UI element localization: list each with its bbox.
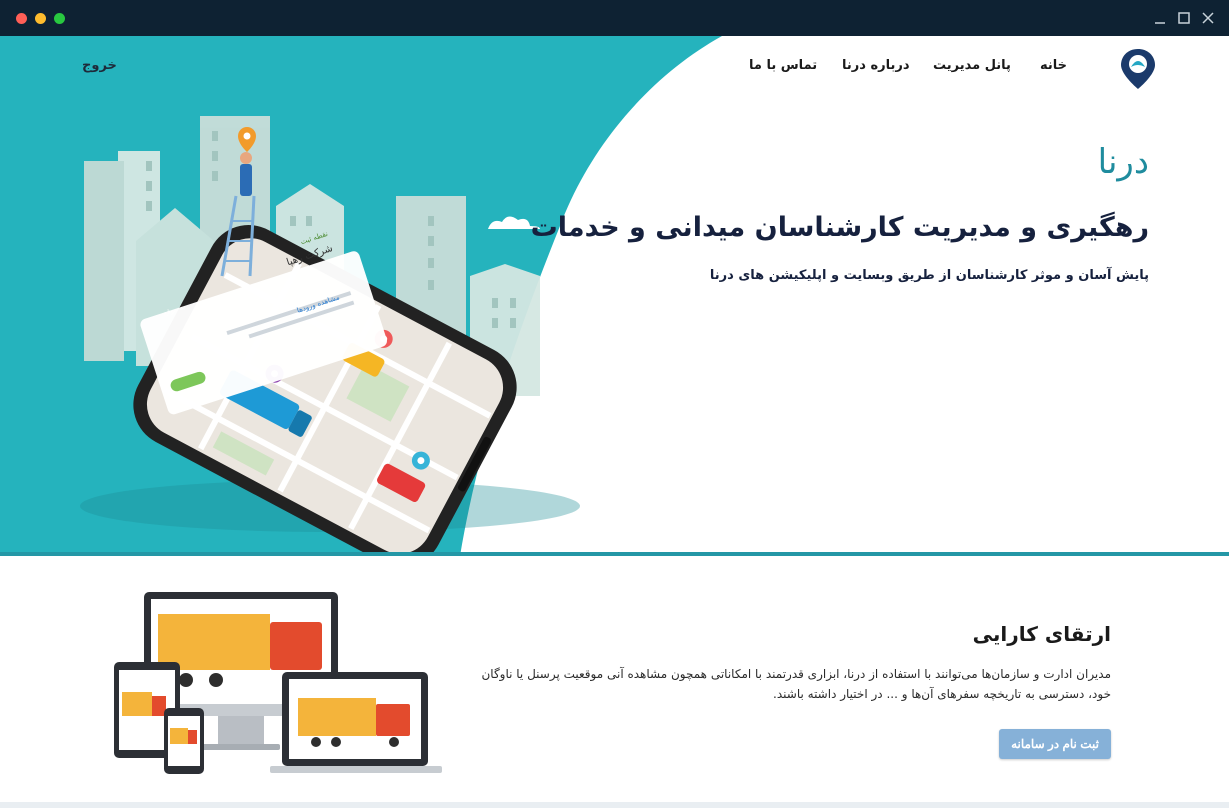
section-description: مدیران ادارت و سازمان‌ها می‌توانند با اس…: [481, 667, 1111, 701]
devices-illustration: [114, 592, 442, 774]
hero-subheading: پایش آسان و موثر کارشناسان از طریق وبسای…: [709, 268, 1149, 283]
hero-section: نقطه ثبت شرکت رهپا به موقع مشاهده ورودها: [0, 36, 1229, 556]
zoom-traffic-light[interactable]: [54, 13, 65, 24]
minimize-icon[interactable]: [1152, 10, 1168, 26]
maximize-icon[interactable]: [1176, 10, 1192, 26]
brand-title: درنا: [1097, 142, 1149, 182]
title-bar: [0, 0, 1229, 36]
footer-strip: [0, 802, 1229, 808]
hero-divider: [0, 552, 1229, 556]
nav-home[interactable]: خانه: [1040, 58, 1067, 78]
durna-logo-icon[interactable]: [1119, 47, 1157, 91]
nav-contact[interactable]: تماس با ما: [749, 58, 817, 78]
section-title: ارتقای کارایی: [972, 622, 1111, 646]
minimize-traffic-light[interactable]: [35, 13, 46, 24]
close-traffic-light[interactable]: [16, 13, 27, 24]
nav-logout[interactable]: خروج: [82, 58, 117, 78]
register-button[interactable]: ثبت نام در سامانه: [999, 729, 1111, 759]
close-icon[interactable]: [1200, 10, 1216, 26]
browser-window: نقطه ثبت شرکت رهپا به موقع مشاهده ورودها…: [0, 0, 1229, 808]
nav-admin-panel[interactable]: پانل مدیریت: [933, 58, 1011, 78]
hero-illustration: [0, 36, 722, 556]
nav-about[interactable]: درباره درنا: [842, 58, 910, 78]
hero-heading: رهگیری و مدیریت کارشناسان میدانی و خدمات: [530, 212, 1149, 243]
